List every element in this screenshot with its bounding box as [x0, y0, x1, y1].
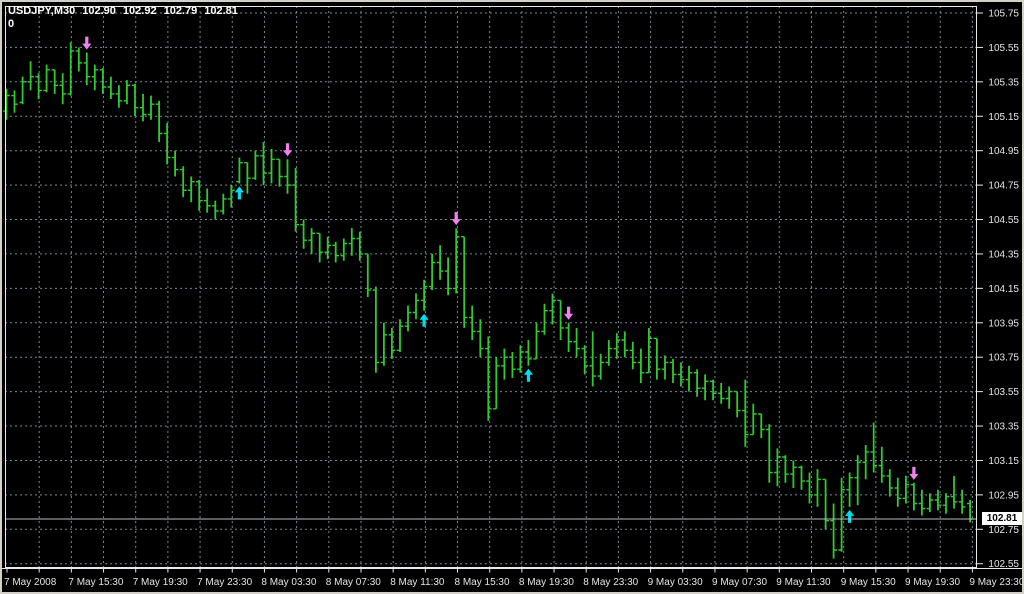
- sell-arrow-icon: [282, 143, 293, 157]
- x-axis-label: 8 May 11:30: [390, 577, 445, 588]
- y-axis-label: 103.15: [988, 456, 1019, 467]
- y-axis-label: 105.55: [988, 43, 1019, 54]
- x-axis-label: 9 May 07:30: [712, 577, 767, 588]
- x-axis-label: 7 May 23:30: [197, 577, 252, 588]
- y-axis-label: 103.55: [988, 387, 1019, 398]
- y-axis-label: 102.95: [988, 490, 1019, 501]
- x-axis-label: 9 May 23:30: [969, 577, 1024, 588]
- chart-title: USDJPY,M30 102.90 102.92 102.79 102.81: [8, 5, 245, 17]
- sell-arrow-icon: [451, 212, 461, 226]
- y-axis-label: 105.15: [988, 112, 1019, 123]
- ohlc-open: 102.90: [82, 5, 116, 17]
- y-axis-label: 104.75: [988, 181, 1019, 192]
- buy-arrow-icon: [234, 186, 244, 200]
- x-axis-label: 8 May 19:30: [519, 577, 574, 588]
- buy-arrow-icon: [419, 313, 429, 327]
- indicator-value: 0: [8, 18, 15, 30]
- x-axis-label: 8 May 23:30: [583, 577, 638, 588]
- x-axis-label: 7 May 15:30: [68, 577, 123, 588]
- price-axis[interactable]: 105.75 105.55 105.35 105.15 104.95 104.75 104.…: [977, 9, 1019, 571]
- y-axis-label: 105.75: [988, 9, 1019, 20]
- y-axis-label: 103.35: [988, 422, 1019, 433]
- ohlc-high: 102.92: [122, 5, 157, 17]
- current-price-label: 102.81: [982, 512, 1022, 526]
- x-axis-label: 7 May 2008: [4, 577, 57, 588]
- ohlc-low: 102.79: [163, 5, 198, 17]
- y-axis-label: 103.95: [988, 318, 1019, 329]
- buy-arrow-icon: [845, 509, 855, 523]
- plot-border: [5, 6, 977, 568]
- grid-lines: [5, 6, 977, 568]
- x-axis-label: 9 May 03:30: [648, 577, 703, 588]
- time-axis[interactable]: 7 May 2008 7 May 15:30 7 May 19:30 7 May 23…: [2, 568, 1024, 588]
- buy-arrow-icon: [523, 368, 534, 382]
- x-axis-label: 9 May 15:30: [841, 577, 896, 588]
- x-axis-label: 9 May 11:30: [776, 577, 831, 588]
- ohlc-close: 102.81: [204, 5, 238, 17]
- sell-arrow-icon: [564, 306, 574, 320]
- terminal-window: 105.75 105.55 105.35 105.15 104.95 104.75 104.…: [0, 0, 1024, 594]
- chart-canvas[interactable]: 105.75 105.55 105.35 105.15 104.95 104.75 104.…: [0, 0, 1024, 594]
- y-axis-label: 103.75: [988, 353, 1019, 364]
- y-axis-label: 104.55: [988, 215, 1019, 226]
- price-bars: [3, 42, 974, 559]
- x-axis-label: 8 May 15:30: [455, 577, 510, 588]
- y-axis-label: 104.35: [988, 249, 1019, 260]
- y-axis-label: 102.75: [988, 525, 1019, 536]
- signal-arrows: [82, 36, 919, 523]
- y-axis-label: 104.15: [988, 284, 1019, 295]
- x-axis-label: 7 May 19:30: [133, 577, 188, 588]
- y-axis-label: 104.95: [988, 146, 1019, 157]
- y-axis-label: 105.35: [988, 77, 1019, 88]
- x-axis-label: 8 May 07:30: [326, 577, 381, 588]
- x-axis-label: 8 May 03:30: [261, 577, 316, 588]
- symbol-period-label: USDJPY,M30: [8, 5, 76, 17]
- x-axis-label: 9 May 19:30: [905, 577, 960, 588]
- sell-arrow-icon: [909, 466, 919, 480]
